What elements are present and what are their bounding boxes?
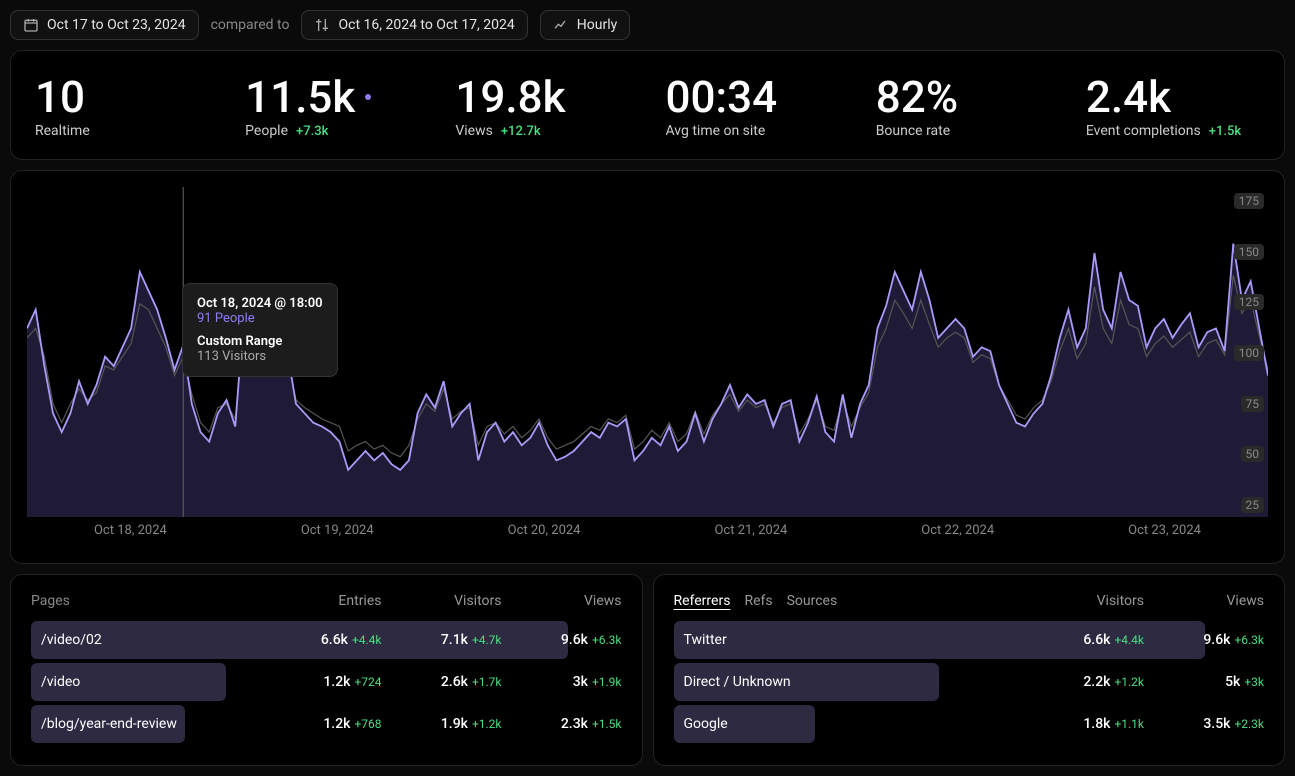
- column-header: Visitors: [1024, 593, 1144, 609]
- x-tick: Oct 20, 2024: [508, 523, 581, 538]
- chart-area[interactable]: 175 150 125 100 75 50 25 Oct 18, 2024 Oct 19, 2…: [27, 187, 1268, 547]
- table-row[interactable]: Direct / Unknown2.2k+1.2k5k+3k: [674, 663, 1265, 701]
- column-header: Visitors: [382, 593, 502, 609]
- toolbar: Oct 17 to Oct 23, 2024 compared to Oct 1…: [10, 10, 1285, 40]
- stats-card: 10 Realtime 11.5k People +7.3k 19.8k View…: [10, 50, 1285, 160]
- cell-views: 2.3k+1.5k: [502, 716, 622, 732]
- table-row[interactable]: Google1.8k+1.1k3.5k+2.3k: [674, 705, 1265, 743]
- cell-visitors: 2.2k+1.2k: [1024, 674, 1144, 690]
- date-range-label: Oct 17 to Oct 23, 2024: [47, 17, 186, 33]
- x-tick: Oct 23, 2024: [1128, 523, 1201, 538]
- compared-to-label: compared to: [211, 17, 290, 33]
- stat-label: People: [245, 123, 288, 139]
- chart-icon: [553, 17, 569, 33]
- y-tick: 75: [1241, 396, 1265, 412]
- pages-header: Pages EntriesVisitorsViews: [31, 593, 622, 609]
- cell-visitors: 1.9k+1.2k: [382, 716, 502, 732]
- x-tick: Oct 22, 2024: [921, 523, 994, 538]
- tables-row: Pages EntriesVisitorsViews /video/026.6k…: [10, 574, 1285, 766]
- stat-delta: +7.3k: [296, 124, 328, 139]
- stat-label: Avg time on site: [666, 123, 766, 139]
- cell-visitors: 1.8k+1.1k: [1024, 716, 1144, 732]
- y-tick: 150: [1234, 244, 1264, 260]
- referrers-table: Referrers Refs Sources VisitorsViews Twitt…: [653, 574, 1286, 766]
- tab-referrers[interactable]: Referrers: [674, 593, 731, 609]
- y-tick: 125: [1234, 294, 1264, 310]
- cell-views: 3.5k+2.3k: [1144, 716, 1264, 732]
- row-label: Twitter: [674, 632, 1025, 648]
- granularity-label: Hourly: [577, 17, 617, 33]
- stat-people[interactable]: 11.5k People +7.3k: [231, 71, 433, 139]
- table-row[interactable]: /blog/year-end-review1.2k+7681.9k+1.2k2.…: [31, 705, 622, 743]
- chart-card: 175 150 125 100 75 50 25 Oct 18, 2024 Oct 19, 2…: [10, 170, 1285, 564]
- stat-value: 00:34: [666, 71, 778, 123]
- table-row[interactable]: Twitter6.6k+4.4k9.6k+6.3k: [674, 621, 1265, 659]
- cell-visitors: 7.1k+4.7k: [382, 632, 502, 648]
- row-label: Direct / Unknown: [674, 674, 1025, 690]
- stat-avgtime[interactable]: 00:34 Avg time on site: [652, 71, 854, 139]
- pages-table: Pages EntriesVisitorsViews /video/026.6k…: [10, 574, 643, 766]
- cell-views: 5k+3k: [1144, 674, 1264, 690]
- y-axis-labels: 175 150 125 100 75 50 25: [1234, 193, 1264, 513]
- tab-refs[interactable]: Refs: [744, 593, 772, 609]
- cell-views: 3k+1.9k: [502, 674, 622, 690]
- date-range-picker[interactable]: Oct 17 to Oct 23, 2024: [10, 10, 199, 40]
- tooltip-main: 91 People: [197, 311, 323, 326]
- row-label: /video/02: [31, 632, 262, 648]
- stat-value: 2.4k: [1086, 71, 1171, 123]
- stat-bounce[interactable]: 82% Bounce rate: [862, 71, 1064, 139]
- row-label: /video: [31, 674, 262, 690]
- x-tick: Oct 21, 2024: [714, 523, 787, 538]
- chart-tooltip: Oct 18, 2024 @ 18:00 91 People Custom Ra…: [182, 283, 338, 377]
- stat-delta: +1.5k: [1209, 124, 1241, 139]
- indicator-dot: [365, 94, 371, 100]
- stat-value: 82%: [876, 71, 958, 123]
- granularity-picker[interactable]: Hourly: [540, 10, 630, 40]
- cell-visitors: 2.6k+1.7k: [382, 674, 502, 690]
- x-tick: Oct 19, 2024: [301, 523, 374, 538]
- x-tick: Oct 18, 2024: [94, 523, 167, 538]
- column-header: Views: [1144, 593, 1264, 609]
- table-row[interactable]: /video/026.6k+4.4k7.1k+4.7k9.6k+6.3k: [31, 621, 622, 659]
- compare-icon: [314, 17, 330, 33]
- compare-range-picker[interactable]: Oct 16, 2024 to Oct 17, 2024: [301, 10, 527, 40]
- compare-range-label: Oct 16, 2024 to Oct 17, 2024: [338, 17, 514, 33]
- stat-label: Event completions: [1086, 123, 1201, 139]
- tooltip-sub-value: 113 Visitors: [197, 349, 323, 364]
- stat-label: Bounce rate: [876, 123, 950, 139]
- stat-views[interactable]: 19.8k Views +12.7k: [441, 71, 643, 139]
- referrers-header: Referrers Refs Sources VisitorsViews: [674, 593, 1265, 609]
- row-label: /blog/year-end-review: [31, 716, 262, 732]
- cell-entries: 1.2k+768: [262, 716, 382, 732]
- column-header: Views: [502, 593, 622, 609]
- cell-views: 9.6k+6.3k: [502, 632, 622, 648]
- y-tick: 25: [1241, 497, 1265, 513]
- pages-title: Pages: [31, 593, 70, 609]
- cell-views: 9.6k+6.3k: [1144, 632, 1264, 648]
- stat-value: 11.5k: [245, 71, 355, 123]
- cell-entries: 1.2k+724: [262, 674, 382, 690]
- tooltip-time: Oct 18, 2024 @ 18:00: [197, 296, 323, 311]
- stat-delta: +12.7k: [501, 124, 541, 139]
- stat-events[interactable]: 2.4k Event completions +1.5k: [1072, 71, 1274, 139]
- tab-sources[interactable]: Sources: [787, 593, 838, 609]
- table-row[interactable]: /video1.2k+7242.6k+1.7k3k+1.9k: [31, 663, 622, 701]
- column-header: Entries: [262, 593, 382, 609]
- stat-value: 10: [35, 71, 85, 123]
- y-tick: 50: [1241, 446, 1265, 462]
- y-tick: 100: [1234, 345, 1264, 361]
- stat-realtime[interactable]: 10 Realtime: [21, 71, 223, 139]
- cell-entries: 6.6k+4.4k: [262, 632, 382, 648]
- cell-visitors: 6.6k+4.4k: [1024, 632, 1144, 648]
- row-label: Google: [674, 716, 1025, 732]
- x-axis-labels: Oct 18, 2024 Oct 19, 2024 Oct 20, 2024 Oct …: [27, 517, 1268, 538]
- tooltip-sub-label: Custom Range: [197, 334, 323, 349]
- y-tick: 175: [1234, 193, 1264, 209]
- stat-value: 19.8k: [455, 71, 565, 123]
- stat-label: Views: [455, 123, 493, 139]
- stat-label: Realtime: [35, 123, 90, 139]
- calendar-icon: [23, 17, 39, 33]
